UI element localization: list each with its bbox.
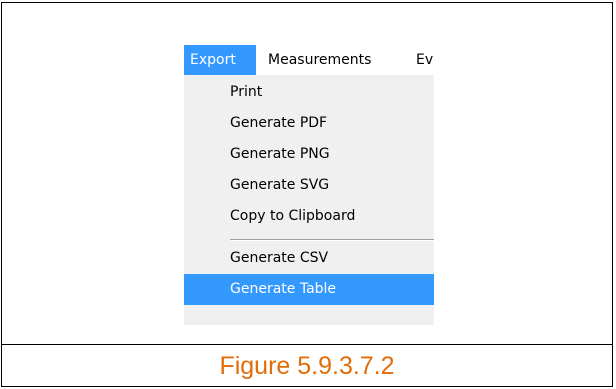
figure-frame: Export Measurements Ev Print Generate PD… (1, 2, 613, 387)
menu-item-generate-table[interactable]: Generate Table (184, 274, 434, 305)
menubar-item-export[interactable]: Export (184, 45, 256, 75)
menu-separator (230, 239, 434, 241)
menu-item-generate-svg[interactable]: Generate SVG (184, 170, 434, 201)
export-menu: Print Generate PDF Generate PNG Generate… (184, 75, 434, 325)
menu-item-copy-to-clipboard[interactable]: Copy to Clipboard (184, 201, 434, 232)
menu-item-generate-png[interactable]: Generate PNG (184, 139, 434, 170)
menubar-item-ev[interactable]: Ev (410, 45, 434, 75)
menu-item-print[interactable]: Print (184, 77, 434, 108)
menu-item-generate-pdf[interactable]: Generate PDF (184, 108, 434, 139)
figure-caption: Figure 5.9.3.7.2 (219, 352, 395, 380)
menubar: Export Measurements Ev (184, 45, 434, 76)
menubar-item-measurements[interactable]: Measurements (262, 45, 377, 75)
menu-screenshot: Export Measurements Ev Print Generate PD… (184, 45, 434, 325)
caption-row: Figure 5.9.3.7.2 (2, 344, 612, 386)
menu-item-generate-csv[interactable]: Generate CSV (184, 243, 434, 274)
